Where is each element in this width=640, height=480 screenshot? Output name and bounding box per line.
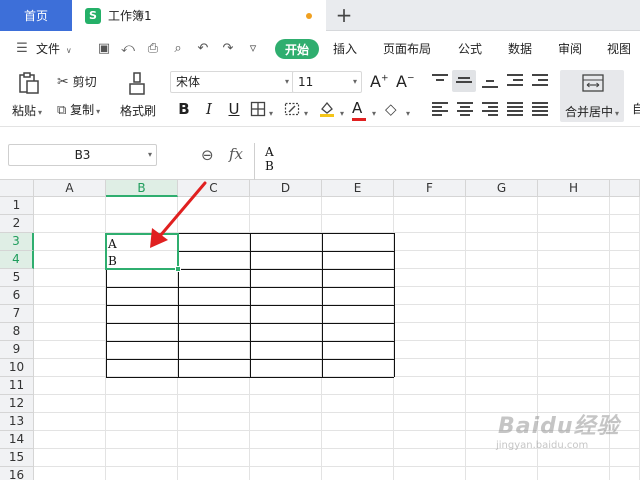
chevron-down-icon[interactable]: ▾ (404, 105, 410, 119)
align-right-icon[interactable] (482, 102, 498, 116)
underline-icon[interactable]: U (225, 100, 243, 118)
tab-home-label: 首页 (23, 9, 48, 23)
chevron-down-icon: ▾ (147, 150, 152, 159)
menu-start[interactable]: 开始 (275, 39, 319, 59)
chevron-down-icon: ▾ (96, 107, 101, 116)
font-name-select[interactable]: 宋体 ▾ (170, 71, 294, 93)
align-bottom-icon[interactable] (482, 74, 498, 88)
fill-color-icon[interactable] (318, 100, 336, 118)
cut-button[interactable]: ✂ 剪切 (57, 73, 97, 90)
align-left-icon[interactable] (432, 102, 448, 116)
merge-center-label: 合并居中 ▾ (565, 103, 619, 120)
chevron-down-icon: ▾ (352, 77, 357, 86)
name-box[interactable]: B3 ▾ (8, 144, 157, 166)
insert-function-button[interactable]: fx (229, 145, 243, 163)
format-painter-icon[interactable] (127, 72, 147, 96)
align-center-icon[interactable] (457, 102, 473, 116)
menu-data[interactable]: 数据 (508, 40, 532, 57)
chevron-down-icon[interactable]: ▾ (338, 105, 344, 119)
format-painter-button[interactable]: 格式刷 (120, 102, 156, 119)
chevron-down-icon: ∨ (65, 46, 72, 55)
chevron-down-icon[interactable]: ▾ (302, 105, 308, 119)
formula-input[interactable]: A B (254, 143, 640, 180)
menu-insert[interactable]: 插入 (333, 40, 357, 57)
tab-home[interactable]: 首页 (0, 0, 72, 31)
menu-start-label: 开始 (284, 42, 309, 57)
file-menu-label: 文件 (36, 42, 61, 56)
merge-center-button[interactable]: 合并居中 ▾ (560, 70, 624, 122)
baidu-watermark: Baidu经验 jingyan.baidu.com (492, 408, 632, 456)
distributed-align-icon[interactable] (532, 102, 548, 116)
print-preview-icon[interactable]: ⌕ (170, 41, 186, 57)
wrap-text-button-partial[interactable]: 自 (632, 100, 640, 117)
cut-label: 剪切 (72, 75, 97, 89)
cell-style-icon[interactable] (284, 101, 300, 117)
menu-page-layout[interactable]: 页面布局 (383, 40, 431, 57)
decrease-font-icon[interactable]: A− (396, 72, 415, 91)
save-icon[interactable]: ▣ (96, 41, 112, 57)
paste-icon[interactable] (17, 71, 41, 95)
file-menu[interactable]: 文件 ∨ (36, 40, 72, 57)
undo-icon[interactable]: ↶ (195, 41, 211, 57)
watermark-url: jingyan.baidu.com (496, 440, 589, 451)
copy-button[interactable]: ⧉ 复制 ▾ (57, 101, 100, 118)
customize-toolbar-icon[interactable]: ▿ (245, 41, 261, 57)
spreadsheet-icon: S (85, 7, 101, 24)
font-size-select[interactable]: 11 ▾ (292, 71, 362, 93)
scissors-icon: ✂ (57, 74, 69, 90)
name-box-value: B3 (74, 148, 91, 162)
menu-review[interactable]: 审阅 (558, 40, 582, 57)
tab-workbook-label: 工作簿1 (108, 9, 152, 23)
font-color-icon[interactable]: A (352, 99, 366, 121)
redo-icon[interactable]: ↷ (220, 41, 236, 57)
formula-bar: B3 ▾ ⊖ fx A B (0, 127, 640, 180)
increase-indent-icon[interactable] (532, 74, 548, 88)
copy-icon: ⧉ (57, 103, 67, 118)
align-top-icon[interactable] (432, 74, 448, 88)
merge-center-text: 合并居中 (565, 105, 614, 119)
bold-icon[interactable]: B (175, 100, 193, 118)
chevron-down-icon: ▾ (284, 77, 289, 86)
merge-cells-icon (582, 74, 604, 92)
tab-workbook[interactable]: S 工作簿1 (72, 0, 326, 31)
paste-label: 粘贴 (12, 104, 37, 118)
justify-icon[interactable] (507, 102, 523, 116)
menu-row: ☰ 文件 ∨ ▣ ⤺ ⎙ ⌕ ↶ ↷ ▿ 开始 插入 页面布局 公式 数据 审阅… (0, 31, 640, 67)
print-icon[interactable]: ⎙ (145, 41, 161, 57)
menu-view[interactable]: 视图 (607, 40, 631, 57)
borders-icon[interactable] (250, 101, 266, 117)
ribbon: 粘贴 ▾ ✂ 剪切 ⧉ 复制 ▾ 格式刷 宋体 ▾ 11 ▾ A+ A− B I U ▾… (0, 67, 640, 127)
chevron-down-icon[interactable]: ▾ (370, 105, 376, 119)
italic-icon[interactable]: I (200, 100, 218, 118)
watermark-brand: Baidu经验 (498, 414, 620, 439)
spreadsheet-grid[interactable]: ABCDEFGH 1 2 3 4 5 6 7 8 9 10 11 12 13 14 15 16 A B Bai… (0, 180, 640, 480)
chevron-down-icon: ▾ (615, 109, 620, 118)
align-middle-icon[interactable] (456, 74, 472, 88)
chevron-down-icon: ▾ (38, 108, 43, 117)
increase-font-icon[interactable]: A+ (370, 72, 389, 91)
font-name-value: 宋体 (176, 75, 201, 89)
tab-bar: 首页 S 工作簿1 + (0, 0, 640, 31)
copy-label: 复制 (70, 103, 95, 117)
chevron-down-icon[interactable]: ▾ (267, 105, 273, 119)
zoom-icon[interactable]: ⊖ (201, 146, 214, 164)
unsaved-indicator-icon (306, 13, 312, 19)
paste-button[interactable]: 粘贴 ▾ (12, 102, 42, 119)
decrease-indent-icon[interactable] (507, 74, 523, 88)
font-size-value: 11 (298, 75, 314, 89)
new-tab-button[interactable]: + (333, 3, 355, 27)
export-icon[interactable]: ⤺ (120, 41, 136, 57)
menu-formulas[interactable]: 公式 (458, 40, 482, 57)
hamburger-menu-icon[interactable]: ☰ (14, 41, 30, 57)
eraser-icon[interactable]: ◇ (385, 100, 397, 118)
